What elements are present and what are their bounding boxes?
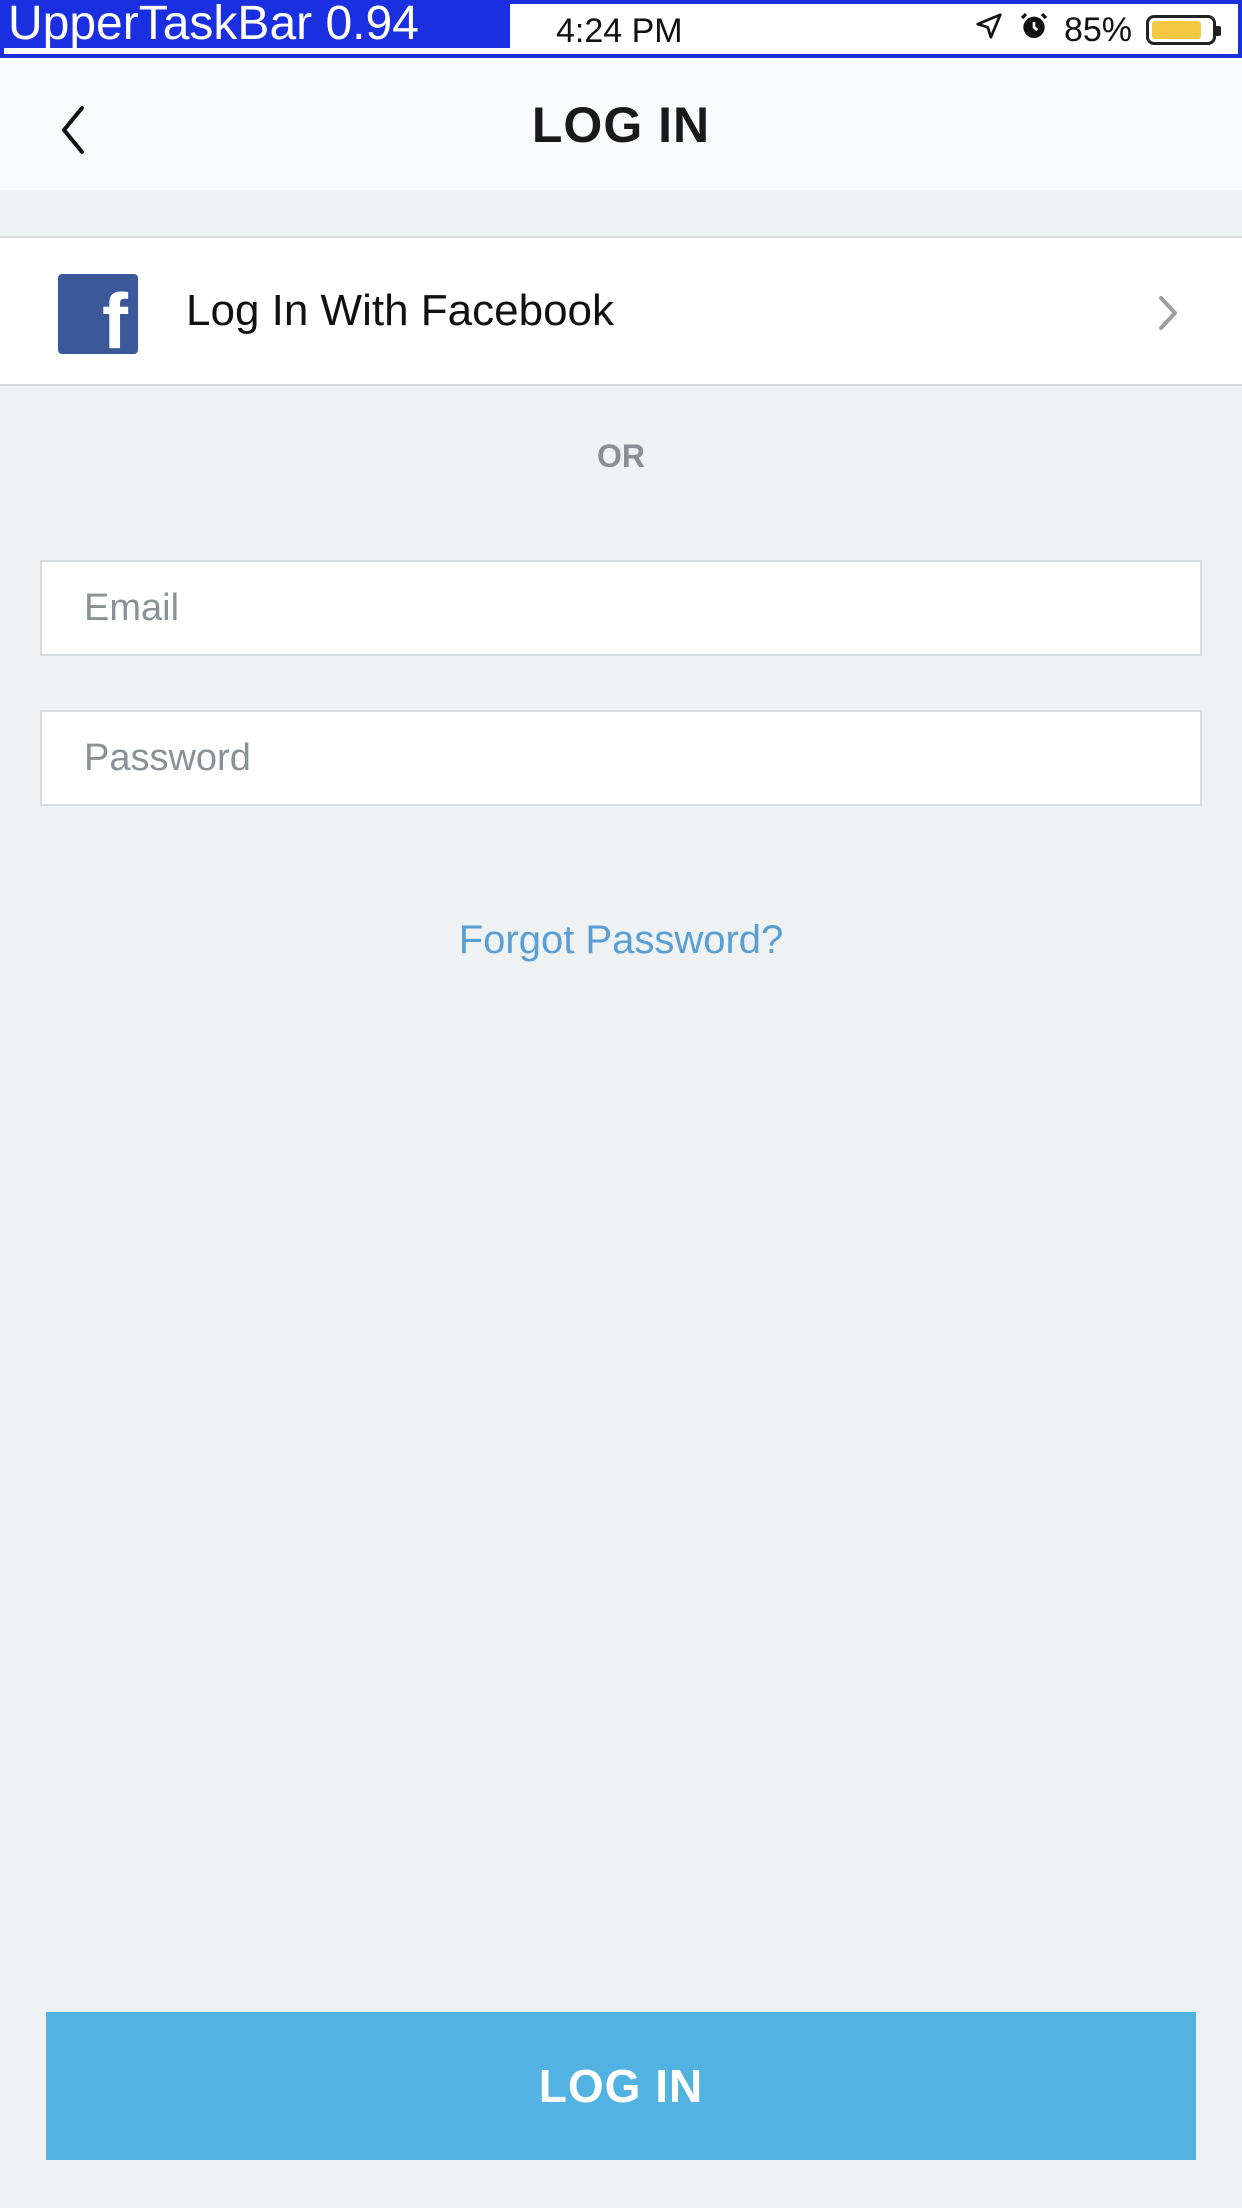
chevron-right-icon bbox=[1156, 290, 1180, 345]
status-time: 4:24 PM bbox=[556, 12, 683, 50]
email-field[interactable] bbox=[42, 562, 1200, 654]
email-field-container bbox=[40, 560, 1202, 656]
status-carrier: UpperTaskBar 0.94 bbox=[4, 0, 510, 48]
navigation-bar: LOG IN bbox=[0, 58, 1242, 190]
alarm-clock-icon bbox=[1018, 10, 1050, 51]
page-title: LOG IN bbox=[531, 97, 711, 153]
or-divider: OR bbox=[597, 438, 645, 474]
password-field[interactable] bbox=[42, 712, 1200, 804]
facebook-login-row[interactable]: f Log In With Facebook bbox=[0, 236, 1242, 386]
password-field-container bbox=[40, 710, 1202, 806]
battery-level bbox=[1152, 21, 1202, 39]
battery-icon bbox=[1146, 15, 1221, 45]
facebook-icon: f bbox=[58, 274, 138, 354]
battery-percent: 85% bbox=[1063, 10, 1132, 49]
login-button[interactable]: LOG IN bbox=[46, 2012, 1196, 2160]
status-indicators: 85% bbox=[974, 10, 1221, 51]
forgot-password-link[interactable]: Forgot Password? bbox=[0, 918, 1242, 963]
facebook-login-label: Log In With Facebook bbox=[186, 286, 615, 335]
status-bar: UpperTaskBar 0.94 4:24 PM 85% bbox=[0, 0, 1242, 58]
location-arrow-icon bbox=[974, 11, 1004, 50]
